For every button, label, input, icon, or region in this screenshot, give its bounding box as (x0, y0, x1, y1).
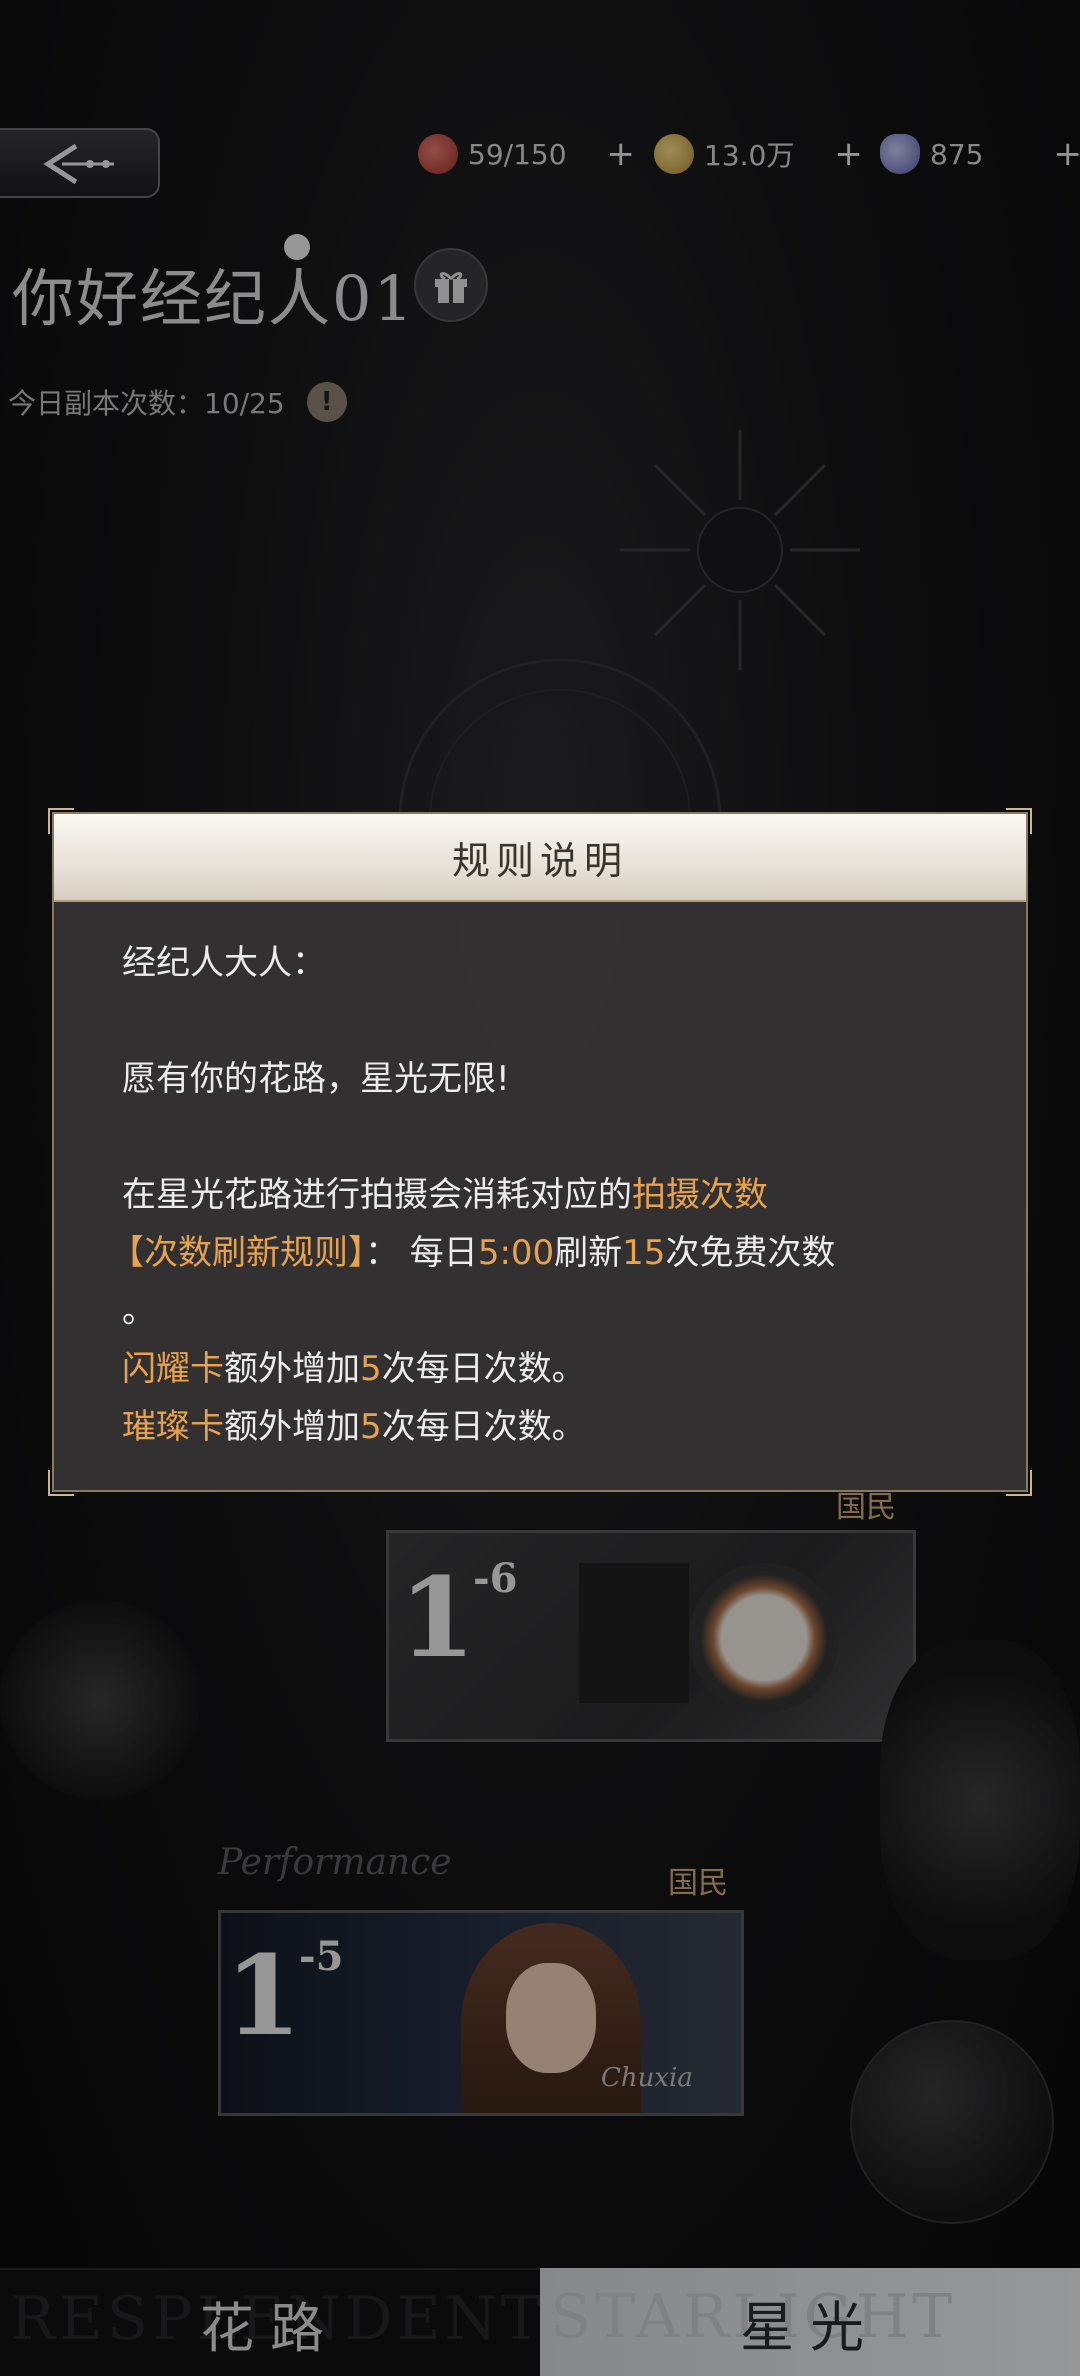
rule-line-1-highlight: 拍摄次数 (632, 1175, 768, 1215)
refresh-rule-time: 5:00 (477, 1233, 555, 1273)
refresh-rule-end: 。 (122, 1291, 156, 1331)
refresh-rule-count: 15 (622, 1233, 666, 1273)
greeting-text: 经纪人大人： (122, 943, 326, 983)
corner-ornament (48, 1470, 74, 1496)
card1-post: 次每日次数。 (381, 1349, 586, 1389)
card1-num: 5 (360, 1349, 382, 1389)
refresh-rule-sep: ： 每日 (365, 1233, 478, 1273)
card1-name: 闪耀卡 (122, 1349, 224, 1389)
rule-line-1: 在星光花路进行拍摄会消耗对应的拍摄次数 (122, 1166, 1002, 1224)
modal-title: 规则说明 (451, 838, 628, 883)
card2-num: 5 (360, 1407, 382, 1447)
refresh-rule-label: 【次数刷新规则】 (110, 1233, 365, 1273)
refresh-rule-line: 【次数刷新规则】： 每日5:00刷新15次免费次数 (110, 1224, 1002, 1282)
refresh-rule-post: 次免费次数 (665, 1233, 836, 1273)
card2-pre: 额外增加 (224, 1407, 360, 1447)
rules-modal: 规则说明 经纪人大人： 愿有你的花路，星光无限! 在星光花路进行拍摄会消耗对应的… (48, 808, 1032, 1496)
refresh-rule-mid: 刷新 (554, 1233, 623, 1273)
rule-line-1-text: 在星光花路进行拍摄会消耗对应的 (122, 1175, 632, 1215)
card2-line: 璀璨卡额外增加5次每日次数。 (122, 1398, 1002, 1456)
card2-name: 璀璨卡 (122, 1407, 224, 1447)
modal-header: 规则说明 (54, 814, 1026, 902)
wish-text: 愿有你的花路，星光无限! (122, 1059, 510, 1099)
card2-post: 次每日次数。 (381, 1407, 586, 1447)
card1-pre: 额外增加 (224, 1349, 360, 1389)
card1-line: 闪耀卡额外增加5次每日次数。 (122, 1340, 1002, 1398)
modal-body: 经纪人大人： 愿有你的花路，星光无限! 在星光花路进行拍摄会消耗对应的拍摄次数 … (110, 934, 1002, 1456)
corner-ornament (1006, 1470, 1032, 1496)
